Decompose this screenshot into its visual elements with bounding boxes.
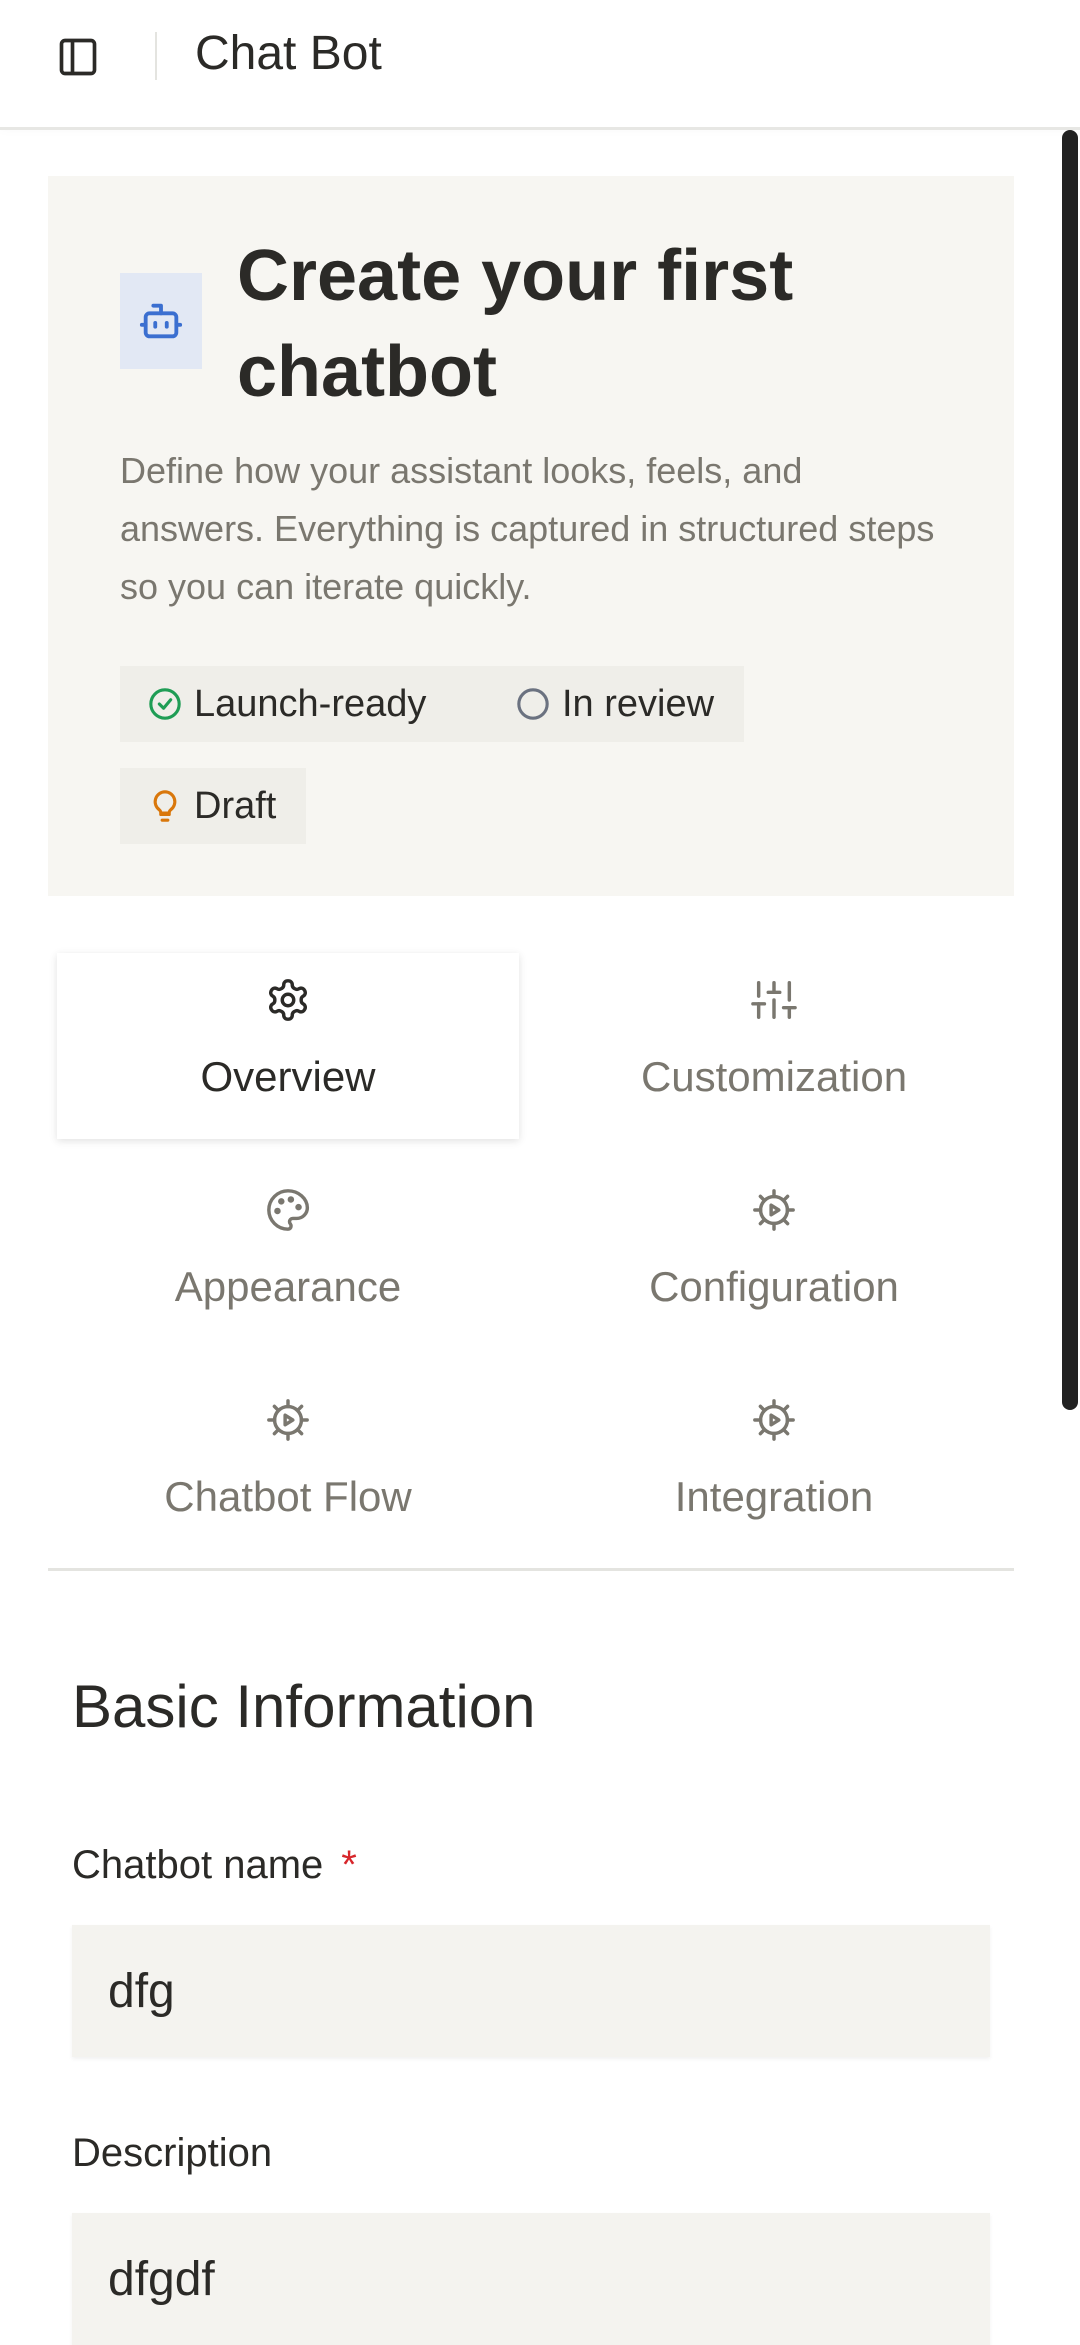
hero-card: Create your first chatbot Define how you… — [48, 176, 1014, 896]
palette-icon — [267, 1189, 310, 1231]
tab-label: Overview — [200, 1053, 376, 1100]
page-title: Chat Bot — [195, 27, 382, 80]
hero-title: Create your first chatbot — [237, 236, 794, 412]
tab-overview[interactable]: Overview — [57, 953, 519, 1139]
status-chip-in-review: In review — [488, 666, 744, 742]
tab-chatbot-flow[interactable]: Chatbot Flow — [57, 1373, 519, 1559]
field-label-text: Chatbot name — [72, 1843, 324, 1887]
tab-integration[interactable]: Integration — [543, 1373, 1005, 1559]
chip-label: In review — [562, 682, 715, 725]
section-title: Basic Information — [72, 1673, 536, 1740]
scrollbar[interactable] — [1062, 130, 1078, 1410]
tab-label: Appearance — [174, 1263, 402, 1310]
description-label: Description — [72, 2131, 273, 2175]
tab-customization[interactable]: Customization — [543, 953, 1005, 1139]
play-gear-icon — [267, 1399, 309, 1441]
sliders-icon — [751, 981, 797, 1019]
chatbot-name-input[interactable] — [72, 1925, 990, 2057]
description-input[interactable] — [72, 2213, 990, 2345]
tabs-divider — [48, 1568, 1014, 1571]
play-gear-icon — [753, 1399, 795, 1441]
chip-label: Draft — [194, 784, 277, 827]
tab-configuration[interactable]: Configuration — [543, 1163, 1005, 1349]
circle-icon — [517, 688, 549, 720]
chatbot-name-label: Chatbot name * — [72, 1843, 357, 1888]
required-marker: * — [341, 1843, 357, 1887]
tab-appearance[interactable]: Appearance — [57, 1163, 519, 1349]
gear-icon — [269, 979, 307, 1021]
tab-label: Integration — [674, 1473, 874, 1520]
top-bar: Chat Bot — [0, 0, 1080, 130]
status-chip-draft: Draft — [120, 768, 306, 844]
header-divider — [155, 32, 157, 80]
status-chip-launch-ready: Launch-ready — [120, 666, 510, 742]
hero-description: Define how your assistant looks, feels, … — [120, 450, 935, 607]
bot-icon — [120, 273, 202, 369]
tab-label: Customization — [640, 1053, 908, 1100]
tab-label: Chatbot Flow — [164, 1473, 412, 1520]
check-circle-icon — [149, 688, 181, 720]
chip-label: Launch-ready — [194, 682, 427, 725]
lightbulb-icon — [153, 790, 177, 822]
play-gear-icon — [753, 1189, 795, 1231]
sidebar-toggle-icon[interactable] — [56, 35, 100, 79]
tab-label: Configuration — [649, 1263, 899, 1310]
